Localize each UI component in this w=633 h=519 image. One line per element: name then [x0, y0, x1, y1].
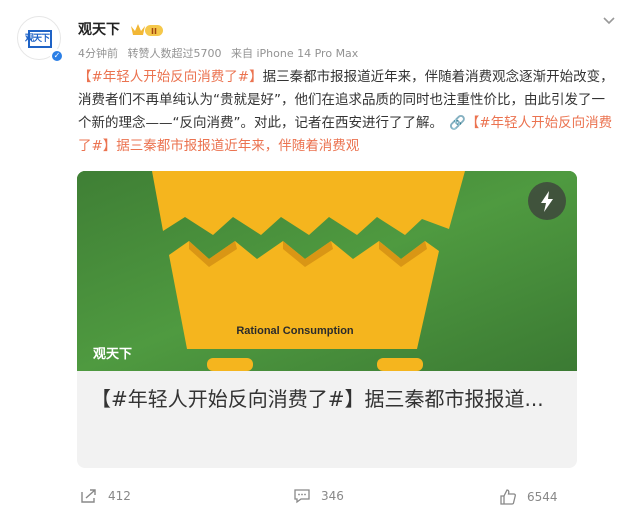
post-meta: 4分钟前 转赞人数超过5700 来自 iPhone 14 Pro Max: [78, 45, 364, 61]
repost-note: 转赞人数超过5700: [127, 47, 222, 60]
crown-badge-icon[interactable]: II: [129, 22, 165, 38]
like-button[interactable]: 6544: [499, 488, 558, 506]
author-name[interactable]: 观天下: [78, 19, 120, 39]
thumbs-up-icon: [500, 489, 516, 505]
link-icon[interactable]: 🔗: [449, 115, 466, 131]
comment-icon: [294, 489, 310, 504]
card-image-caption: Rational Consumption: [236, 325, 354, 337]
avatar-logo-text: 观天下: [25, 34, 50, 44]
post-source: 来自 iPhone 14 Pro Max: [231, 47, 359, 60]
post-time[interactable]: 4分钟前: [78, 47, 118, 60]
shopping-cart-illustration: Rational Consumption: [77, 171, 577, 371]
chevron-down-icon[interactable]: [601, 12, 617, 28]
hashtag-link[interactable]: 【#年轻人开始反向消费了#】: [78, 69, 263, 85]
repost-count: 412: [108, 489, 131, 503]
card-image[interactable]: Rational Consumption 观天下: [77, 171, 577, 371]
comment-count: 346: [321, 489, 344, 503]
lightning-icon: [541, 191, 553, 212]
repost-button[interactable]: 412: [80, 488, 131, 504]
card-source-label: 观天下: [93, 347, 133, 362]
share-icon: [81, 489, 96, 503]
verified-icon: ✓: [50, 49, 64, 63]
weibo-post: 观天下 ✓ 观天下 II 4分钟前 转赞人数超过5700 来自 iPhone 1…: [0, 0, 633, 519]
level-badge-text: II: [151, 27, 157, 36]
video-card[interactable]: Rational Consumption 观天下 【#年轻人开始反向消费了#】据…: [77, 171, 577, 468]
post-content: 【#年轻人开始反向消费了#】据三秦都市报报道近年来，伴随着消费观念逐渐开始改变，…: [78, 66, 618, 158]
action-bar: 412 346 6544: [0, 480, 633, 516]
comment-button[interactable]: 346: [293, 488, 344, 504]
play-button[interactable]: [528, 182, 566, 220]
card-title[interactable]: 【#年轻人开始反向消费了#】据三秦都市报报道...: [91, 383, 561, 415]
like-count: 6544: [527, 490, 558, 504]
